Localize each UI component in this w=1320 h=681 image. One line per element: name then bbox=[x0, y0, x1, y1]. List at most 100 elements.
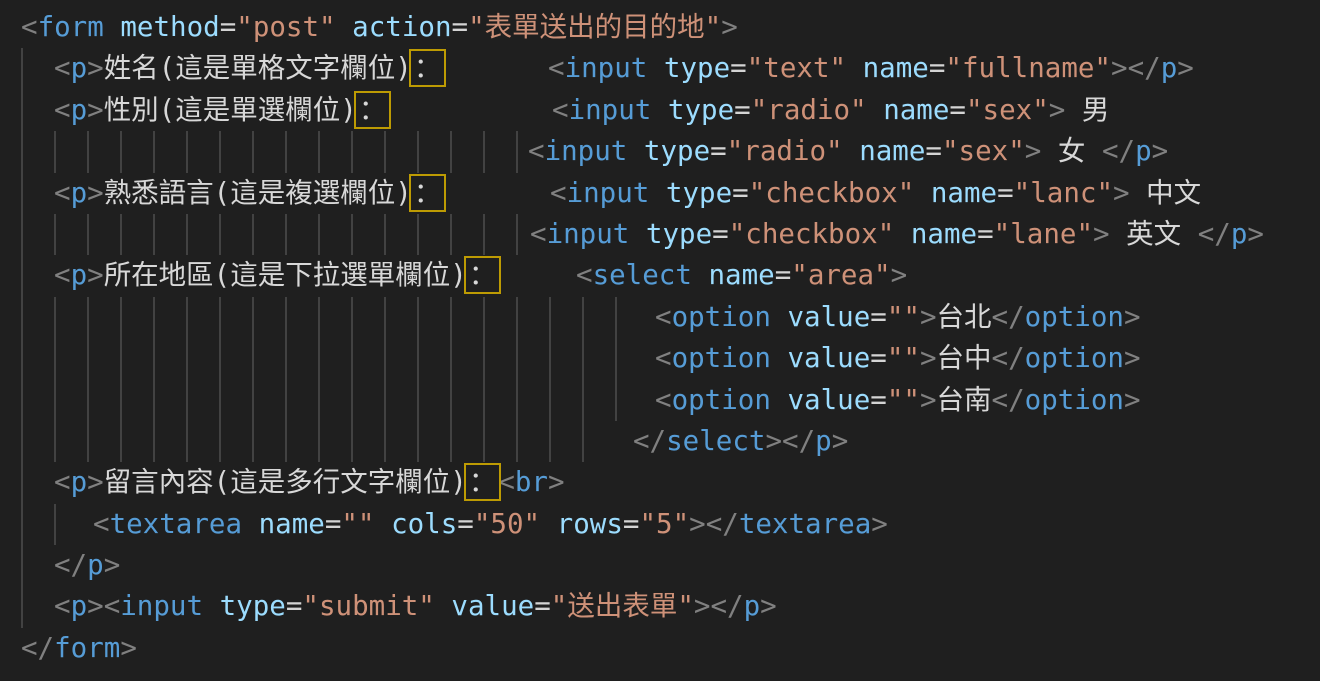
code-line[interactable]: <p>性別(這是單選欄位)：<input type="radio" name="… bbox=[0, 90, 1320, 131]
code-token: "area" bbox=[791, 259, 890, 291]
code-token: = bbox=[929, 52, 946, 84]
code-line[interactable]: </select></p> bbox=[0, 421, 1320, 462]
indent-guide bbox=[21, 504, 77, 545]
code-token: value bbox=[787, 384, 870, 416]
code-token: 英文 bbox=[1110, 218, 1198, 250]
code-token: = bbox=[710, 135, 727, 167]
code-line[interactable]: <p><input type="submit" value="送出表單"></p… bbox=[0, 586, 1320, 627]
code-token: name bbox=[931, 177, 997, 209]
code-line[interactable]: <p>留言內容(這是多行文字欄位)：<br> bbox=[0, 462, 1320, 503]
code-token: > bbox=[1049, 94, 1066, 126]
code-line[interactable]: <option value="">台北</option> bbox=[0, 297, 1320, 338]
code-token: name bbox=[911, 218, 977, 250]
code-token: "" bbox=[887, 342, 920, 374]
code-token: action bbox=[352, 11, 451, 43]
code-token: > bbox=[1124, 301, 1141, 333]
code-token: p bbox=[1135, 135, 1152, 167]
code-token: value bbox=[451, 590, 534, 622]
code-token: 台北 bbox=[937, 301, 992, 333]
code-token: method bbox=[120, 11, 219, 43]
code-line[interactable]: <option value="">台南</option> bbox=[0, 380, 1320, 421]
code-line[interactable]: <input type="checkbox" name="lane"> 英文 <… bbox=[0, 214, 1320, 255]
code-token: < bbox=[655, 384, 672, 416]
code-token bbox=[914, 177, 931, 209]
code-token: 女 bbox=[1041, 135, 1102, 167]
code-token: < bbox=[54, 52, 71, 84]
code-token: > bbox=[920, 301, 937, 333]
code-token: value bbox=[787, 301, 870, 333]
code-token: 台中 bbox=[937, 342, 992, 374]
code-token: 所在地區(這是下拉選單欄位) bbox=[104, 259, 467, 291]
code-line[interactable]: <p>所在地區(這是下拉選單欄位)：<select name="area"> bbox=[0, 255, 1320, 296]
code-line[interactable]: <p>姓名(這是單格文字欄位)：<input type="text" name=… bbox=[0, 48, 1320, 89]
code-line[interactable]: <input type="radio" name="sex"> 女 </p> bbox=[0, 131, 1320, 172]
code-line[interactable]: <form method="post" action="表單送出的目的地"> bbox=[0, 7, 1320, 48]
code-token: "送出表單" bbox=[551, 590, 694, 622]
code-token: < bbox=[655, 342, 672, 374]
code-token bbox=[649, 177, 666, 209]
code-token: p bbox=[1231, 218, 1248, 250]
indent-guide bbox=[21, 48, 44, 89]
code-segment: <input type="text" name="fullname"></p> bbox=[548, 48, 1194, 89]
code-line[interactable]: <option value="">台中</option> bbox=[0, 338, 1320, 379]
indent-guide bbox=[21, 380, 638, 421]
code-token: = bbox=[734, 94, 751, 126]
code-token: rows bbox=[557, 508, 623, 540]
code-token: "radio" bbox=[751, 94, 867, 126]
code-segment: <p>姓名(這是單格文字欄位)： bbox=[54, 48, 443, 89]
code-token: = bbox=[925, 135, 942, 167]
code-segment: <p>熟悉語言(這是複選欄位)： bbox=[54, 173, 443, 214]
code-token bbox=[846, 52, 863, 84]
code-token: = bbox=[220, 11, 237, 43]
code-token: < bbox=[54, 177, 71, 209]
code-token: </ bbox=[633, 425, 666, 457]
code-token: = bbox=[977, 218, 994, 250]
code-token: < bbox=[530, 218, 547, 250]
code-token: > bbox=[760, 590, 777, 622]
code-token: "sex" bbox=[942, 135, 1025, 167]
code-token: </ bbox=[992, 301, 1025, 333]
code-segment: <input type="radio" name="sex"> 女 </p> bbox=[528, 131, 1168, 172]
code-token: > bbox=[694, 590, 711, 622]
code-token: = bbox=[997, 177, 1014, 209]
code-token: textarea bbox=[739, 508, 871, 540]
code-token: "post" bbox=[236, 11, 335, 43]
indent-guide bbox=[21, 214, 539, 255]
code-segment: <p>性別(這是單選欄位)： bbox=[54, 90, 388, 131]
code-token: form bbox=[38, 11, 104, 43]
code-token: p bbox=[71, 94, 88, 126]
code-token: < bbox=[576, 259, 593, 291]
code-token: < bbox=[21, 11, 38, 43]
code-token: br bbox=[515, 466, 548, 498]
code-token bbox=[242, 508, 259, 540]
code-token: type bbox=[666, 177, 732, 209]
code-token: "submit" bbox=[302, 590, 434, 622]
code-token bbox=[647, 52, 664, 84]
code-token: > bbox=[1247, 218, 1264, 250]
code-token: = bbox=[457, 508, 474, 540]
code-segment: <p>留言內容(這是多行文字欄位)：<br> bbox=[54, 462, 565, 503]
code-token: < bbox=[104, 590, 121, 622]
code-line[interactable]: </p> bbox=[0, 545, 1320, 586]
code-token: "checkbox" bbox=[749, 177, 915, 209]
code-token: < bbox=[54, 94, 71, 126]
code-token: = bbox=[870, 301, 887, 333]
code-token: "表單送出的目的地" bbox=[468, 11, 721, 43]
code-token: p bbox=[71, 259, 88, 291]
code-segment: <textarea name="" cols="50" rows="5"></t… bbox=[93, 504, 888, 545]
code-segment: <option value="">台中</option> bbox=[655, 338, 1141, 379]
code-token: 留言內容(這是多行文字欄位) bbox=[104, 466, 467, 498]
code-token: "sex" bbox=[966, 94, 1049, 126]
code-token: > bbox=[832, 425, 849, 457]
code-line[interactable]: <p>熟悉語言(這是複選欄位)：<input type="checkbox" n… bbox=[0, 173, 1320, 214]
code-token bbox=[771, 301, 788, 333]
code-token: > bbox=[87, 52, 104, 84]
code-token: 姓名(這是單格文字欄位) bbox=[104, 52, 412, 84]
code-editor[interactable]: <form method="post" action="表單送出的目的地"><p… bbox=[0, 0, 1320, 681]
code-line[interactable]: </form> bbox=[0, 628, 1320, 669]
code-line[interactable]: <textarea name="" cols="50" rows="5"></t… bbox=[0, 504, 1320, 545]
code-segment: <p>所在地區(這是下拉選單欄位)： bbox=[54, 255, 498, 296]
code-token: > bbox=[1124, 342, 1141, 374]
code-token: p bbox=[744, 590, 761, 622]
code-token: type bbox=[664, 52, 730, 84]
